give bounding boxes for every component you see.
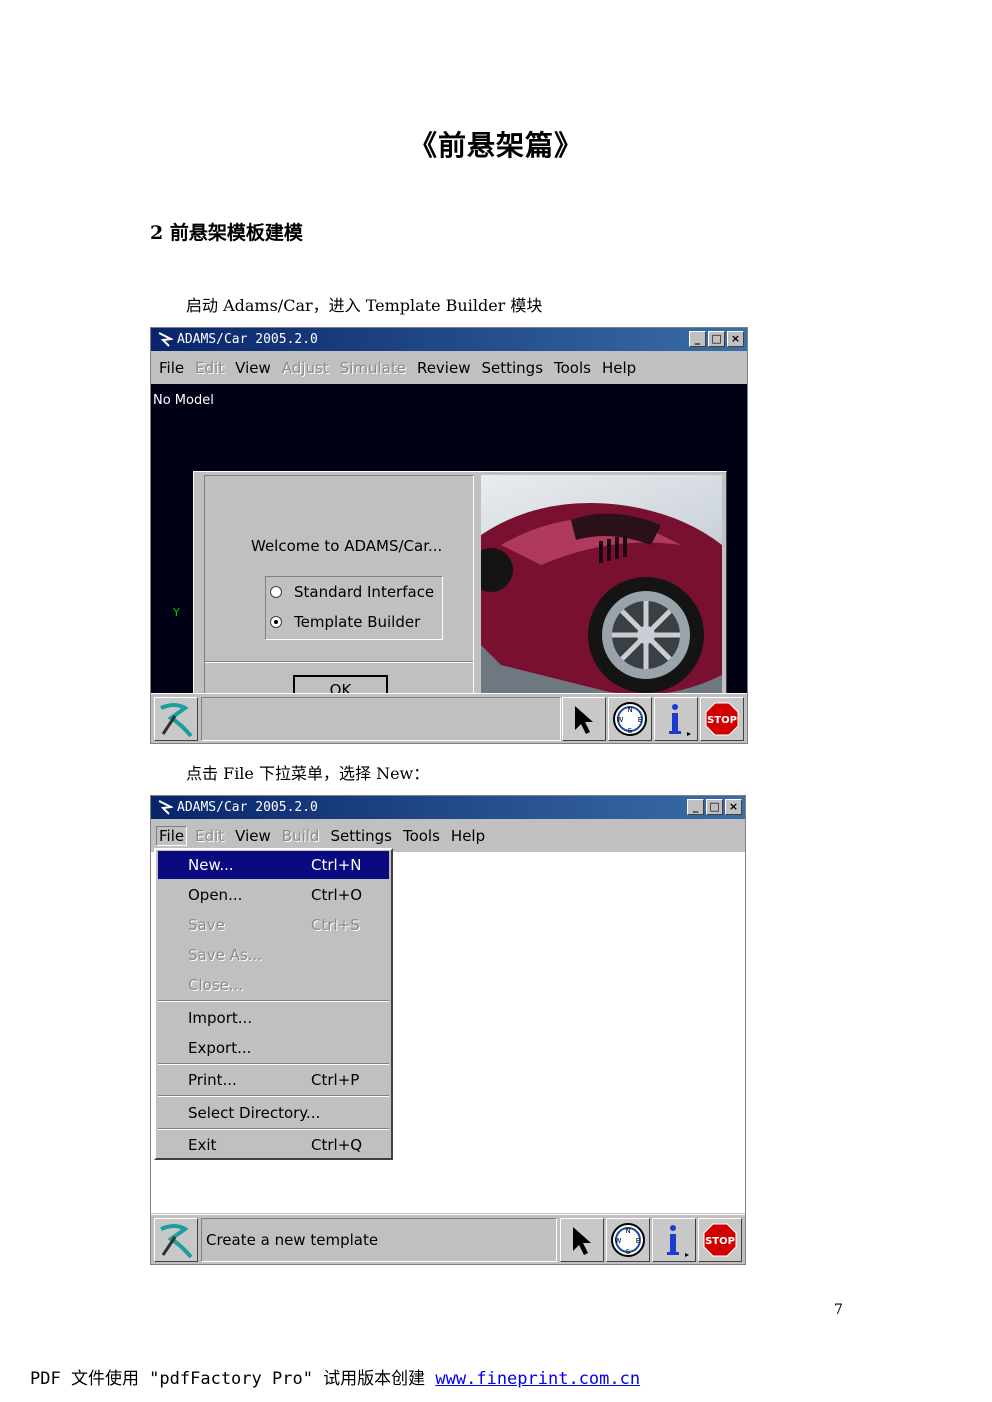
model-viewport[interactable]: No Model Y Welcome to ADAMS/Car... Stand… — [151, 384, 747, 720]
svg-text:STOP: STOP — [705, 1236, 735, 1247]
info-icon — [669, 704, 691, 736]
menu-settings[interactable]: Settings — [481, 359, 543, 377]
menu-item-export[interactable]: Export... — [158, 1034, 389, 1062]
compass-button[interactable]: N SW E — [606, 1218, 650, 1262]
page-title: 《前悬架篇》 — [408, 129, 583, 162]
axis-y-label: Y — [173, 606, 180, 619]
menu-item-open[interactable]: Open... Ctrl+O — [158, 881, 389, 909]
menu-edit[interactable]: Edit — [195, 827, 224, 845]
svg-text:N: N — [627, 706, 632, 714]
svg-text:N: N — [625, 1227, 630, 1235]
window-title: ADAMS/Car 2005.2.0 — [177, 332, 318, 347]
interface-radio-group: Standard Interface Template Builder — [265, 576, 443, 640]
footer: PDF 文件使用 "pdfFactory Pro" 试用版本创建 www.fin… — [30, 1364, 640, 1389]
info-button[interactable] — [652, 1218, 696, 1262]
info-button[interactable] — [654, 697, 698, 741]
welcome-dialog: Welcome to ADAMS/Car... Standard Interfa… — [193, 471, 727, 720]
file-dropdown-menu: New... Ctrl+N Open... Ctrl+O Save Ctrl+S Sa… — [154, 848, 393, 1160]
viewport-label: No Model — [153, 393, 214, 408]
menu-review[interactable]: Review — [417, 359, 471, 377]
svg-text:E: E — [638, 716, 642, 724]
minimize-button[interactable]: _ — [687, 799, 704, 815]
select-arrow-button[interactable] — [562, 697, 606, 741]
radio-icon — [270, 586, 282, 598]
minimize-button[interactable]: _ — [689, 331, 706, 347]
stop-icon: STOP — [705, 702, 739, 736]
compass-button[interactable]: N SW E — [608, 697, 652, 741]
maximize-button[interactable]: □ — [706, 799, 723, 815]
stop-button[interactable]: STOP — [698, 1218, 742, 1262]
window-titlebar: ADAMS/Car 2005.2.0 _ □ × — [151, 328, 747, 351]
menu-file[interactable]: File — [159, 359, 184, 377]
menu-item-save[interactable]: Save Ctrl+S — [158, 911, 389, 939]
status-text: Create a new template — [201, 1218, 557, 1262]
menu-file[interactable]: File — [156, 826, 188, 846]
menu-simulate[interactable]: Simulate — [340, 359, 406, 377]
stop-button[interactable]: STOP — [700, 697, 744, 741]
adams-logo-icon — [158, 332, 173, 347]
radio-standard-interface[interactable]: Standard Interface — [270, 583, 434, 601]
welcome-text: Welcome to ADAMS/Car... — [251, 537, 443, 555]
dialog-divider — [205, 661, 473, 663]
window-title: ADAMS/Car 2005.2.0 — [177, 800, 318, 815]
footer-link[interactable]: www.fineprint.com.cn — [435, 1369, 640, 1389]
menu-separator — [158, 1128, 389, 1130]
select-arrow-icon — [573, 1227, 591, 1255]
menu-separator — [158, 1000, 389, 1002]
sports-car-image — [481, 475, 722, 714]
adams-window-welcome: ADAMS/Car 2005.2.0 _ □ × File Edit View … — [150, 327, 748, 744]
adams-logo-icon — [154, 697, 198, 741]
compass-icon: N SW E — [613, 702, 647, 736]
menu-item-new[interactable]: New... Ctrl+N — [158, 851, 389, 879]
menu-help[interactable]: Help — [451, 827, 485, 845]
section-heading: 2 前悬架模板建模 — [150, 222, 303, 244]
compass-icon: N SW E — [611, 1223, 645, 1257]
info-icon — [667, 1225, 689, 1257]
status-bar: N SW E STOP — [151, 693, 747, 743]
status-text — [201, 697, 561, 741]
select-arrow-button[interactable] — [560, 1218, 604, 1262]
menu-item-select-directory[interactable]: Select Directory... — [158, 1099, 389, 1127]
select-arrow-icon — [575, 706, 593, 734]
svg-text:W: W — [615, 1237, 622, 1245]
menu-item-import[interactable]: Import... — [158, 1004, 389, 1032]
menu-tools[interactable]: Tools — [554, 359, 591, 377]
stop-icon: STOP — [703, 1223, 737, 1257]
adams-window-template: ADAMS/Car 2005.2.0 _ □ × File Edit View … — [150, 795, 746, 1265]
status-bar: Create a new template N SW E STOP — [151, 1214, 745, 1264]
close-button[interactable]: × — [725, 799, 742, 815]
menu-adjust[interactable]: Adjust — [282, 359, 329, 377]
footer-text: PDF 文件使用 "pdfFactory Pro" 试用版本创建 — [30, 1369, 436, 1389]
menu-item-save-as[interactable]: Save As... — [158, 941, 389, 969]
svg-text:W: W — [617, 716, 624, 724]
menu-item-exit[interactable]: Exit Ctrl+Q — [158, 1131, 389, 1159]
svg-text:STOP: STOP — [707, 715, 737, 726]
adams-logo-icon — [154, 1218, 198, 1262]
menu-edit[interactable]: Edit — [195, 359, 224, 377]
close-button[interactable]: × — [727, 331, 744, 347]
menubar: File Edit View Adjust Simulate Review Se… — [151, 352, 747, 384]
menu-settings[interactable]: Settings — [330, 827, 392, 845]
radio-selected-icon — [270, 616, 282, 628]
paragraph-2: 点击 File 下拉菜单，选择 New： — [186, 764, 430, 783]
svg-text:E: E — [636, 1237, 640, 1245]
menu-separator — [158, 1095, 389, 1097]
menu-view[interactable]: View — [235, 359, 271, 377]
menu-help[interactable]: Help — [602, 359, 636, 377]
svg-text:S: S — [628, 727, 633, 735]
page-number: 7 — [834, 1302, 843, 1318]
dialog-panel: Welcome to ADAMS/Car... Standard Interfa… — [204, 475, 474, 714]
menu-item-print[interactable]: Print... Ctrl+P — [158, 1066, 389, 1094]
svg-text:S: S — [626, 1248, 631, 1256]
maximize-button[interactable]: □ — [708, 331, 725, 347]
adams-logo-icon — [158, 800, 173, 815]
radio-template-builder[interactable]: Template Builder — [270, 613, 420, 631]
menu-separator — [158, 1063, 389, 1065]
window-titlebar: ADAMS/Car 2005.2.0 _ □ × — [151, 796, 745, 819]
paragraph-1: 启动 Adams/Car，进入 Template Builder 模块 — [186, 296, 543, 315]
menu-tools[interactable]: Tools — [403, 827, 440, 845]
menu-view[interactable]: View — [235, 827, 271, 845]
menu-item-close[interactable]: Close... — [158, 971, 389, 999]
menu-build[interactable]: Build — [282, 827, 320, 845]
